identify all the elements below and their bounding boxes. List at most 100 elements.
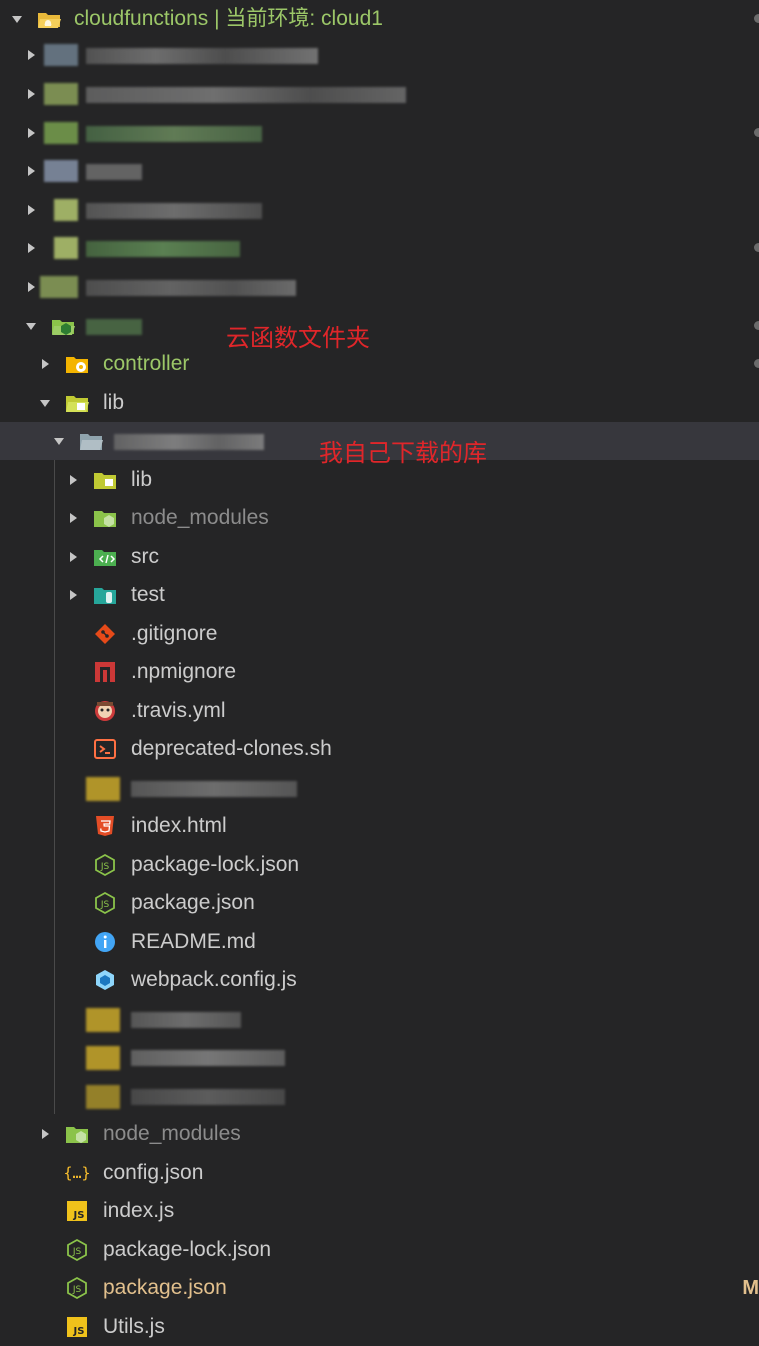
npm-icon xyxy=(95,662,115,682)
json-icon: {…} xyxy=(64,1164,90,1182)
folder-sub-lib-label: lib xyxy=(131,468,153,491)
file-package-lock-row[interactable]: JS package-lock.json xyxy=(0,1231,759,1269)
file-npmignore-row[interactable]: .npmignore xyxy=(0,653,759,691)
file-package-inner-row[interactable]: JS package.json xyxy=(0,884,759,922)
redacted-icon xyxy=(54,237,78,259)
file-package-label: package.json xyxy=(103,1276,227,1299)
nodejs-icon: JS xyxy=(95,891,115,915)
file-config-json-row[interactable]: {…} config.json xyxy=(0,1154,759,1192)
nodejs-icon: JS xyxy=(95,853,115,877)
folder-controller-row[interactable]: controller xyxy=(0,345,759,383)
file-index-js-label: index.js xyxy=(103,1199,175,1222)
folder-sub-node-modules-row[interactable]: node_modules xyxy=(0,499,759,537)
chevron-right-icon[interactable] xyxy=(70,513,77,523)
redacted-label xyxy=(86,241,240,257)
svg-text:JS: JS xyxy=(73,1210,85,1221)
chevron-right-icon[interactable] xyxy=(28,282,35,292)
file-webpack-row[interactable]: webpack.config.js xyxy=(0,961,759,999)
chevron-right-icon[interactable] xyxy=(42,1129,49,1139)
travis-icon xyxy=(95,701,115,721)
chevron-down-icon[interactable] xyxy=(54,438,64,445)
chevron-right-icon[interactable] xyxy=(70,552,77,562)
folder-test-row[interactable]: test xyxy=(0,576,759,614)
redacted-label xyxy=(131,781,297,797)
file-utils-js-row[interactable]: JS Utils.js xyxy=(0,1308,759,1346)
folder-node-modules-row[interactable]: node_modules xyxy=(0,1115,759,1153)
redacted-folder-row[interactable] xyxy=(0,114,759,152)
file-gitignore-row[interactable]: .gitignore xyxy=(0,615,759,653)
redacted-label xyxy=(86,203,262,219)
chevron-right-icon[interactable] xyxy=(28,128,35,138)
redacted-icon xyxy=(54,199,78,221)
file-deprecated-row[interactable]: deprecated-clones.sh xyxy=(0,730,759,768)
folder-open-icon xyxy=(80,434,103,450)
chevron-down-icon[interactable] xyxy=(40,400,50,407)
file-explorer-tree: cloudfunctions | 当前环境: cloud1 云函数文件夹 con… xyxy=(0,0,759,1344)
chevron-right-icon[interactable] xyxy=(28,243,35,253)
redacted-file-row[interactable] xyxy=(0,1038,759,1076)
redacted-file-row[interactable] xyxy=(0,1000,759,1038)
file-package-lock-inner-row[interactable]: JS package-lock.json xyxy=(0,846,759,884)
folder-src-label: src xyxy=(131,545,159,568)
file-package-lock-label: package-lock.json xyxy=(103,1238,272,1261)
chevron-down-icon[interactable] xyxy=(26,323,36,330)
javascript-icon: JS xyxy=(67,1201,87,1221)
chevron-right-icon[interactable] xyxy=(42,359,49,369)
file-travis-label: .travis.yml xyxy=(131,699,226,722)
folder-node-modules-label: node_modules xyxy=(103,1122,241,1145)
folder-src-row[interactable]: src xyxy=(0,538,759,576)
redacted-file-row[interactable] xyxy=(0,1077,759,1115)
chevron-down-icon[interactable] xyxy=(12,16,22,23)
redacted-label xyxy=(86,48,318,64)
file-package-row[interactable]: JS package.json M xyxy=(0,1269,759,1307)
chevron-right-icon[interactable] xyxy=(28,89,35,99)
redacted-folder-row[interactable] xyxy=(0,268,759,306)
redacted-icon xyxy=(44,160,78,182)
redacted-label xyxy=(86,164,142,180)
redacted-icon xyxy=(86,777,120,801)
file-index-html-row[interactable]: index.html xyxy=(0,807,759,845)
root-folder-label: cloudfunctions | 当前环境: cloud1 xyxy=(74,7,383,30)
file-package-inner-label: package.json xyxy=(131,891,255,914)
chevron-right-icon[interactable] xyxy=(28,205,35,215)
git-change-dot xyxy=(754,128,759,137)
folder-lib-label: lib xyxy=(103,391,125,414)
file-gitignore-label: .gitignore xyxy=(131,622,218,645)
file-utils-js-label: Utils.js xyxy=(103,1315,165,1338)
redacted-folder-row[interactable] xyxy=(0,229,759,267)
folder-lib-row[interactable]: lib xyxy=(0,384,759,422)
redacted-label xyxy=(86,319,142,335)
file-webpack-label: webpack.config.js xyxy=(131,968,297,991)
redacted-file-row[interactable] xyxy=(0,769,759,807)
redacted-folder-row[interactable] xyxy=(0,36,759,74)
file-deprecated-label: deprecated-clones.sh xyxy=(131,737,332,760)
node-folder-icon xyxy=(94,511,116,527)
cloud-function-folder-row[interactable] xyxy=(0,307,759,345)
node-folder-icon xyxy=(66,1127,88,1143)
lib-folder-open-icon xyxy=(66,396,89,412)
test-folder-icon xyxy=(94,588,116,604)
svg-text:{…}: {…} xyxy=(64,1164,90,1182)
chevron-right-icon[interactable] xyxy=(70,590,77,600)
redacted-folder-row[interactable] xyxy=(0,152,759,190)
folder-sub-lib-row[interactable]: lib xyxy=(0,461,759,499)
redacted-icon xyxy=(86,1046,120,1070)
nodejs-icon: JS xyxy=(67,1238,87,1262)
chevron-right-icon[interactable] xyxy=(70,475,77,485)
redacted-label xyxy=(86,280,296,296)
controller-folder-icon xyxy=(66,357,88,373)
file-readme-row[interactable]: README.md xyxy=(0,923,759,961)
shell-icon xyxy=(94,739,116,759)
webpack-icon xyxy=(96,970,114,990)
chevron-right-icon[interactable] xyxy=(28,50,35,60)
redacted-folder-row[interactable] xyxy=(0,75,759,113)
redacted-folder-row[interactable] xyxy=(0,191,759,229)
chevron-right-icon[interactable] xyxy=(28,166,35,176)
file-travis-row[interactable]: .travis.yml xyxy=(0,692,759,730)
file-readme-label: README.md xyxy=(131,930,256,953)
src-folder-icon xyxy=(94,550,116,566)
file-index-js-row[interactable]: JS index.js xyxy=(0,1192,759,1230)
redacted-label xyxy=(131,1089,285,1105)
folder-controller-label: controller xyxy=(103,352,190,375)
root-folder-row[interactable]: cloudfunctions | 当前环境: cloud1 xyxy=(0,0,759,38)
